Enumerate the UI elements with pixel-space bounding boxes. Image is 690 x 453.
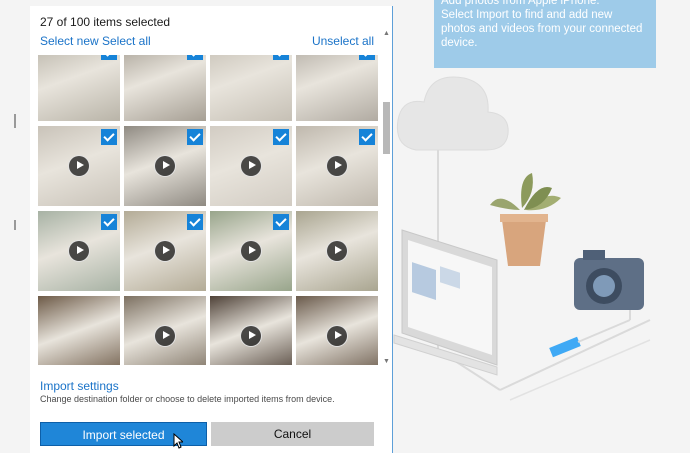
- play-icon: [326, 325, 348, 347]
- unselect-all-link[interactable]: Unselect all: [312, 34, 374, 48]
- import-settings-description: Change destination folder or choose to d…: [40, 394, 335, 404]
- photo-thumbnail[interactable]: [124, 126, 206, 206]
- play-icon: [154, 325, 176, 347]
- checkmark-icon[interactable]: [273, 214, 289, 230]
- thumbnail-image: [38, 296, 120, 365]
- scroll-up-arrow[interactable]: ▲: [382, 30, 391, 38]
- select-all-link[interactable]: Select all: [102, 34, 151, 48]
- checkmark-icon[interactable]: [101, 214, 117, 230]
- play-icon: [68, 155, 90, 177]
- import-selected-button[interactable]: Import selected: [40, 422, 207, 446]
- thumbnail-image: [38, 55, 120, 121]
- photo-thumbnail[interactable]: [210, 126, 292, 206]
- play-icon: [326, 155, 348, 177]
- photo-thumbnail[interactable]: [210, 55, 292, 121]
- photo-thumbnail[interactable]: [296, 126, 378, 206]
- cancel-button[interactable]: Cancel: [211, 422, 374, 446]
- photo-thumbnail[interactable]: [210, 296, 292, 365]
- photo-thumbnail[interactable]: [124, 296, 206, 365]
- play-icon: [240, 155, 262, 177]
- photo-thumbnail[interactable]: [38, 55, 120, 121]
- photo-thumbnail[interactable]: [210, 211, 292, 291]
- checkmark-icon[interactable]: [273, 55, 289, 60]
- play-icon: [326, 240, 348, 262]
- scroll-down-arrow[interactable]: ▼: [382, 358, 391, 366]
- checkmark-icon[interactable]: [187, 55, 203, 60]
- play-icon: [240, 325, 262, 347]
- photo-thumbnail[interactable]: [38, 211, 120, 291]
- photo-thumbnail[interactable]: [38, 126, 120, 206]
- thumbnail-image: [124, 55, 206, 121]
- thumbnail-grid: [38, 55, 380, 365]
- tip-cut-line: Add photos from Apple iPhone.: [441, 0, 600, 7]
- import-dialog: 27 of 100 items selected Select new Sele…: [30, 6, 393, 453]
- selection-count: 27 of 100 items selected: [40, 15, 171, 29]
- photo-thumbnail[interactable]: [296, 55, 378, 121]
- tip-text: Select Import to find and add new photos…: [441, 9, 643, 49]
- photo-thumbnail[interactable]: [296, 211, 378, 291]
- import-tip: Add photos from Apple iPhone. Select Imp…: [434, 0, 656, 68]
- photo-thumbnail[interactable]: [38, 296, 120, 365]
- scrollbar[interactable]: ▲ ▼: [382, 30, 391, 366]
- checkmark-icon[interactable]: [187, 214, 203, 230]
- thumbnail-image: [210, 55, 292, 121]
- checkmark-icon[interactable]: [359, 129, 375, 145]
- thumbnail-image: [296, 55, 378, 121]
- checkmark-icon[interactable]: [273, 129, 289, 145]
- checkmark-icon[interactable]: [359, 55, 375, 60]
- checkmark-icon[interactable]: [101, 55, 117, 60]
- window-edge-marker: [14, 220, 16, 230]
- photo-thumbnail[interactable]: [296, 296, 378, 365]
- scroll-thumb[interactable]: [383, 102, 390, 154]
- checkmark-icon[interactable]: [187, 129, 203, 145]
- checkmark-icon[interactable]: [101, 129, 117, 145]
- window-edge-marker: [14, 114, 16, 128]
- play-icon: [154, 240, 176, 262]
- photo-thumbnail[interactable]: [124, 211, 206, 291]
- import-settings-link[interactable]: Import settings: [40, 379, 119, 393]
- photo-thumbnail[interactable]: [124, 55, 206, 121]
- select-new-link[interactable]: Select new: [40, 34, 99, 48]
- play-icon: [240, 240, 262, 262]
- play-icon: [154, 155, 176, 177]
- play-icon: [68, 240, 90, 262]
